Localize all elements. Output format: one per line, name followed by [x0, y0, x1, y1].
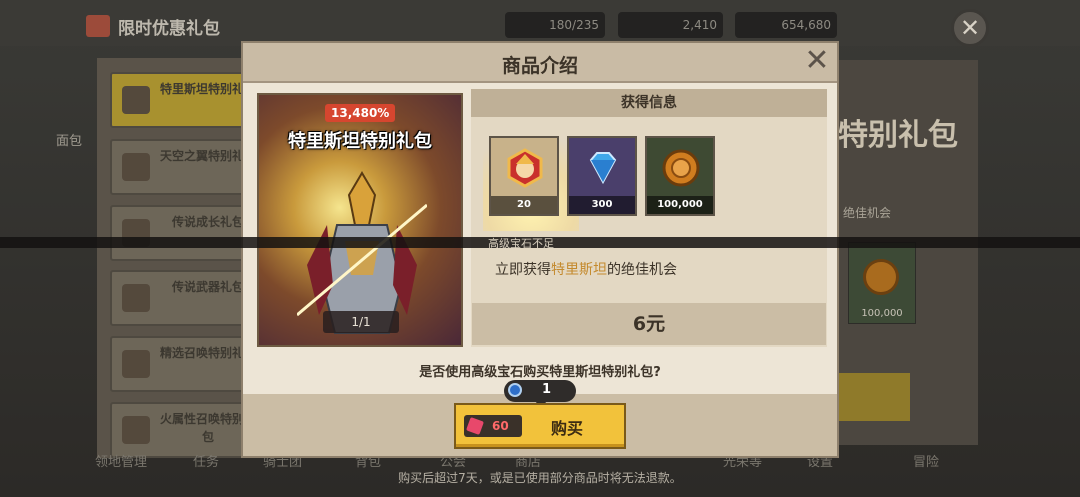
side-item-fire-summon[interactable]: 火属性召唤特别礼包 [110, 402, 260, 458]
cost-badge: 60 [464, 415, 522, 437]
refund-notice: 购买后超过7天，或是已使用部分商品时将无法退款。 [398, 471, 682, 485]
side-item-tristan[interactable]: 特里斯坦特别礼包 [110, 72, 260, 128]
knight-illustration [297, 171, 427, 334]
diamond-icon [589, 152, 617, 185]
nav-item: 冒险 [913, 455, 940, 470]
gold-counter: 654,680 [735, 12, 837, 38]
window-title: 限时优惠礼包 [86, 8, 220, 44]
ruby-icon [466, 417, 484, 435]
side-item-sky-wing[interactable]: 天空之翼特别礼包 [110, 139, 260, 195]
buy-label: 购买 [551, 419, 584, 438]
package-icon [122, 153, 150, 181]
package-artwork: 13,480% 特里斯坦特别礼包 1/1 [257, 93, 463, 347]
reward-item-hero[interactable]: 20 [489, 136, 559, 216]
hero-name-highlight: 特里斯坦 [551, 262, 607, 278]
warning-text: 高级宝石不足 [488, 237, 554, 250]
side-item-legend-weapon[interactable]: 传说武器礼包 [110, 270, 260, 326]
modal-title: 商品介绍 [501, 55, 578, 77]
top-bar: 限时优惠礼包 180/235 2,410 654,680 [0, 0, 1080, 46]
package-icon [122, 284, 150, 312]
nav-item: 任务 [193, 455, 220, 470]
background-buy-button [838, 373, 910, 421]
close-icon[interactable]: ✕ [801, 46, 833, 78]
confirm-text: 是否使用高级宝石购买特里斯坦特别礼包? [419, 365, 661, 380]
hero-portrait-icon [507, 148, 543, 188]
package-description: 立即获得特里斯坦的绝佳机会 [495, 262, 677, 278]
artwork-page-indicator: 1/1 [323, 311, 399, 333]
close-window-button[interactable]: ✕ [951, 9, 989, 47]
discount-badge: 13,480% [325, 104, 396, 122]
reward-item-diamond[interactable]: 300 [567, 136, 637, 216]
gem-counter: 2,410 [618, 12, 723, 38]
gold-coin-icon [863, 259, 899, 295]
gift-icon [86, 15, 110, 37]
left-label: 面包 [56, 134, 83, 149]
stamina-counter: 180/235 [505, 12, 605, 38]
package-title: 特别礼包 [838, 118, 958, 153]
package-icon [122, 416, 150, 444]
price-label: 6元 [472, 303, 826, 345]
gem-icon [508, 383, 522, 397]
side-item-legend-growth[interactable]: 传说成长礼包 [110, 205, 260, 261]
reward-gold-slot: 100,000 [848, 242, 916, 324]
package-name: 特里斯坦特别礼包 [288, 131, 432, 152]
quantity-badge: 1 [504, 380, 576, 402]
buy-button[interactable]: 60 购买 [454, 403, 626, 449]
package-subtitle: 绝佳机会 [843, 206, 892, 220]
reward-item-gold[interactable]: 100,000 [645, 136, 715, 216]
gold-coin-icon [662, 149, 700, 187]
modal-header: 商品介绍 ✕ [243, 43, 837, 83]
reward-info-header: 获得信息 [471, 89, 827, 117]
package-icon [122, 86, 150, 114]
nav-item: 领地管理 [95, 455, 148, 470]
